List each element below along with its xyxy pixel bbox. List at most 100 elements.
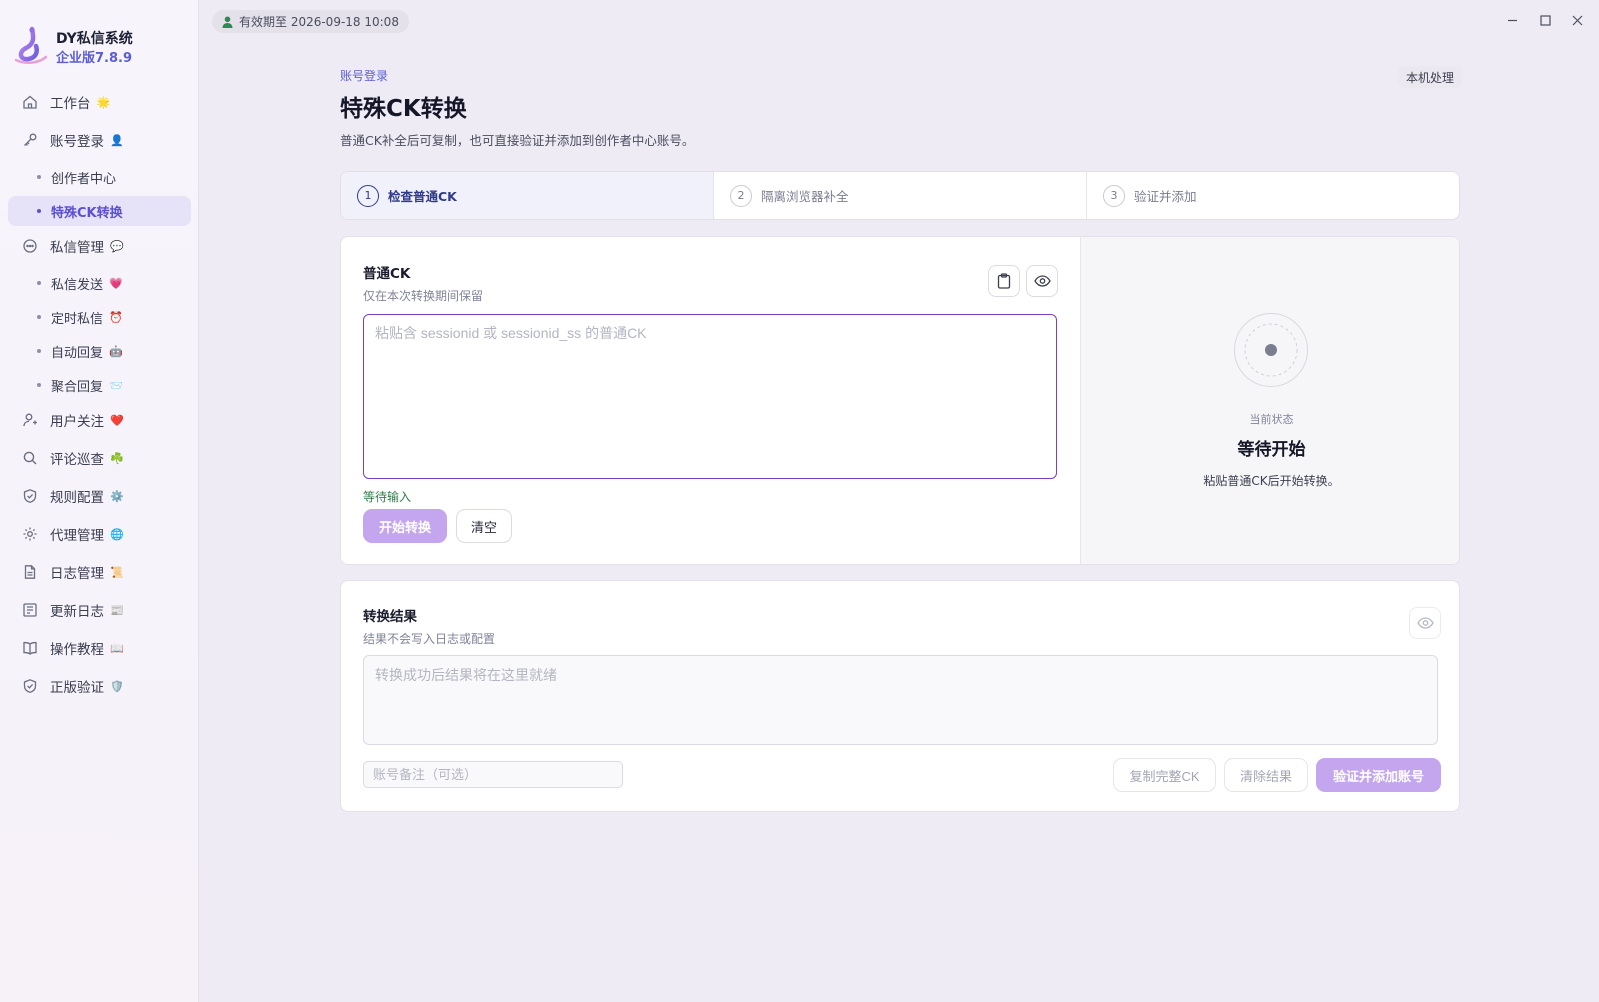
clear-button[interactable]: 清空 <box>456 509 512 543</box>
gear-emoji-icon: ⚙️ <box>110 489 124 503</box>
step-label: 隔离浏览器补全 <box>761 189 849 204</box>
sidebar-item-account-login[interactable]: 账号登录 👤 <box>8 124 191 156</box>
sidebar-item-changelog[interactable]: 更新日志 📰 <box>8 594 191 626</box>
user-icon <box>222 16 233 28</box>
breadcrumb[interactable]: 账号登录 <box>340 67 388 84</box>
scroll-icon: 📜 <box>110 565 124 579</box>
result-visibility-button[interactable] <box>1409 607 1441 639</box>
sidebar-item-creator-center[interactable]: 创作者中心 <box>8 162 191 192</box>
sidebar-item-log-management[interactable]: 日志管理 📜 <box>8 556 191 588</box>
input-status: 等待输入 <box>363 490 412 504</box>
eye-icon <box>1416 617 1434 629</box>
chat-icon <box>22 238 38 254</box>
globe-icon: 🌐 <box>110 527 124 541</box>
sidebar-item-label: 规则配置 <box>50 490 104 506</box>
step-label: 检查普通CK <box>388 189 457 204</box>
maximize-button[interactable] <box>1537 12 1553 28</box>
sidebar-item-dm-management[interactable]: 私信管理 💬 <box>8 230 191 262</box>
status-indicator-icon <box>1234 313 1308 387</box>
sidebar-item-label: 特殊CK转换 <box>51 205 123 221</box>
clover-icon: ☘️ <box>110 451 124 465</box>
heart-icon: ❤️ <box>110 413 124 427</box>
home-icon <box>22 94 38 110</box>
brand: DY私信系统 企业版7.8.9 <box>12 26 192 66</box>
app-name: DY私信系统 <box>56 31 133 47</box>
sidebar-nav: 工作台 🌟 账号登录 👤 创作者中心 特殊CK转换 私信管理 💬 私信发送 💗 … <box>8 86 191 708</box>
account-note-input[interactable] <box>363 761 623 788</box>
status-description: 粘贴普通CK后开始转换。 <box>1203 474 1340 488</box>
sidebar-item-label: 私信发送 <box>51 277 104 293</box>
sidebar-item-label: 账号登录 <box>50 134 104 150</box>
close-button[interactable] <box>1569 12 1585 28</box>
app-window: DY私信系统 企业版7.8.9 工作台 🌟 账号登录 👤 创作者中心 特殊CK转… <box>0 0 1599 1002</box>
star-icon: 🌟 <box>96 95 111 109</box>
ck-input-panel: 普通CK 仅在本次转换期间保留 等待输入 开始转换 清空 <box>341 237 1080 564</box>
sidebar-item-dashboard[interactable]: 工作台 🌟 <box>8 86 191 118</box>
sidebar-item-label: 创作者中心 <box>51 171 117 187</box>
sidebar-item-tutorial[interactable]: 操作教程 📖 <box>8 632 191 664</box>
step-isolated-browser: 2 隔离浏览器补全 <box>713 172 1086 219</box>
local-processing-tag: 本机处理 <box>1398 66 1463 88</box>
copy-full-ck-button[interactable]: 复制完整CK <box>1113 758 1216 792</box>
result-card: 转换结果 结果不会写入日志或配置 复制完整CK 清除结果 验证并添加账号 <box>340 580 1460 812</box>
verify-add-account-button[interactable]: 验证并添加账号 <box>1316 758 1441 792</box>
page-title: 特殊CK转换 <box>340 96 467 122</box>
robot-icon: 🤖 <box>109 344 123 358</box>
paste-button[interactable] <box>988 265 1020 297</box>
clear-result-button[interactable]: 清除结果 <box>1224 758 1308 792</box>
result-textarea[interactable] <box>363 655 1438 745</box>
search-icon <box>22 450 38 466</box>
sidebar-item-auto-reply[interactable]: 自动回复 🤖 <box>8 336 191 366</box>
sidebar-item-proxy-management[interactable]: 代理管理 🌐 <box>8 518 191 550</box>
minimize-button[interactable] <box>1504 12 1520 28</box>
ck-textarea[interactable] <box>363 314 1057 479</box>
sidebar-item-dm-send[interactable]: 私信发送 💗 <box>8 268 191 298</box>
person-icon: 👤 <box>110 133 124 147</box>
app-version: 企业版7.8.9 <box>56 51 133 66</box>
shield-emoji-icon: 🛡️ <box>110 679 124 693</box>
sidebar: DY私信系统 企业版7.8.9 工作台 🌟 账号登录 👤 创作者中心 特殊CK转… <box>0 0 199 1002</box>
ck-input-card: 普通CK 仅在本次转换期间保留 等待输入 开始转换 清空 当前状态 等待开始 粘… <box>340 236 1460 565</box>
sidebar-item-scheduled-dm[interactable]: 定时私信 ⏰ <box>8 302 191 332</box>
envelope-icon: 📨 <box>109 378 123 392</box>
newspaper-icon: 📰 <box>110 603 124 617</box>
key-icon <box>22 132 38 148</box>
user-icon <box>22 412 38 428</box>
sidebar-item-user-follow[interactable]: 用户关注 ❤️ <box>8 404 191 436</box>
start-convert-button[interactable]: 开始转换 <box>363 509 447 543</box>
step-verify-add: 3 验证并添加 <box>1086 172 1459 219</box>
sidebar-item-license-verify[interactable]: 正版验证 🛡️ <box>8 670 191 702</box>
eye-icon <box>1033 275 1051 287</box>
page-description: 普通CK补全后可复制，也可直接验证并添加到创作者中心账号。 <box>340 133 695 148</box>
book-icon <box>22 640 38 656</box>
heart-icon: 💗 <box>109 276 123 290</box>
alarm-clock-icon: ⏰ <box>109 310 123 324</box>
sidebar-item-label: 正版验证 <box>50 680 104 696</box>
sidebar-item-label: 定时私信 <box>51 311 104 327</box>
sidebar-item-comment-patrol[interactable]: 评论巡查 ☘️ <box>8 442 191 474</box>
step-number: 1 <box>357 184 379 207</box>
toggle-visibility-button[interactable] <box>1026 265 1058 297</box>
open-book-icon: 📖 <box>110 641 124 655</box>
sidebar-item-label: 更新日志 <box>50 604 104 620</box>
sidebar-item-special-ck[interactable]: 特殊CK转换 <box>8 196 191 226</box>
changelog-icon <box>22 602 38 618</box>
status-panel: 当前状态 等待开始 粘贴普通CK后开始转换。 <box>1080 237 1459 564</box>
sidebar-item-label: 操作教程 <box>50 642 104 658</box>
result-section-title: 转换结果 <box>363 609 417 625</box>
step-check-ck: 1 检查普通CK <box>341 172 713 219</box>
document-icon <box>22 564 38 580</box>
expiry-text: 有效期至 2026-09-18 10:08 <box>239 15 399 29</box>
app-logo-icon <box>14 26 48 64</box>
sidebar-item-label: 自动回复 <box>51 345 104 361</box>
step-number: 2 <box>730 184 752 207</box>
sidebar-item-rule-config[interactable]: 规则配置 ⚙️ <box>8 480 191 512</box>
sidebar-item-aggregate-reply[interactable]: 聚合回复 📨 <box>8 370 191 400</box>
ck-section-title: 普通CK <box>363 266 411 282</box>
shield-icon <box>22 488 38 504</box>
step-label: 验证并添加 <box>1134 189 1197 204</box>
sidebar-item-label: 日志管理 <box>50 566 104 582</box>
speech-bubble-icon: 💬 <box>110 239 124 253</box>
status-title: 等待开始 <box>1237 440 1306 460</box>
result-section-subtitle: 结果不会写入日志或配置 <box>363 632 496 646</box>
